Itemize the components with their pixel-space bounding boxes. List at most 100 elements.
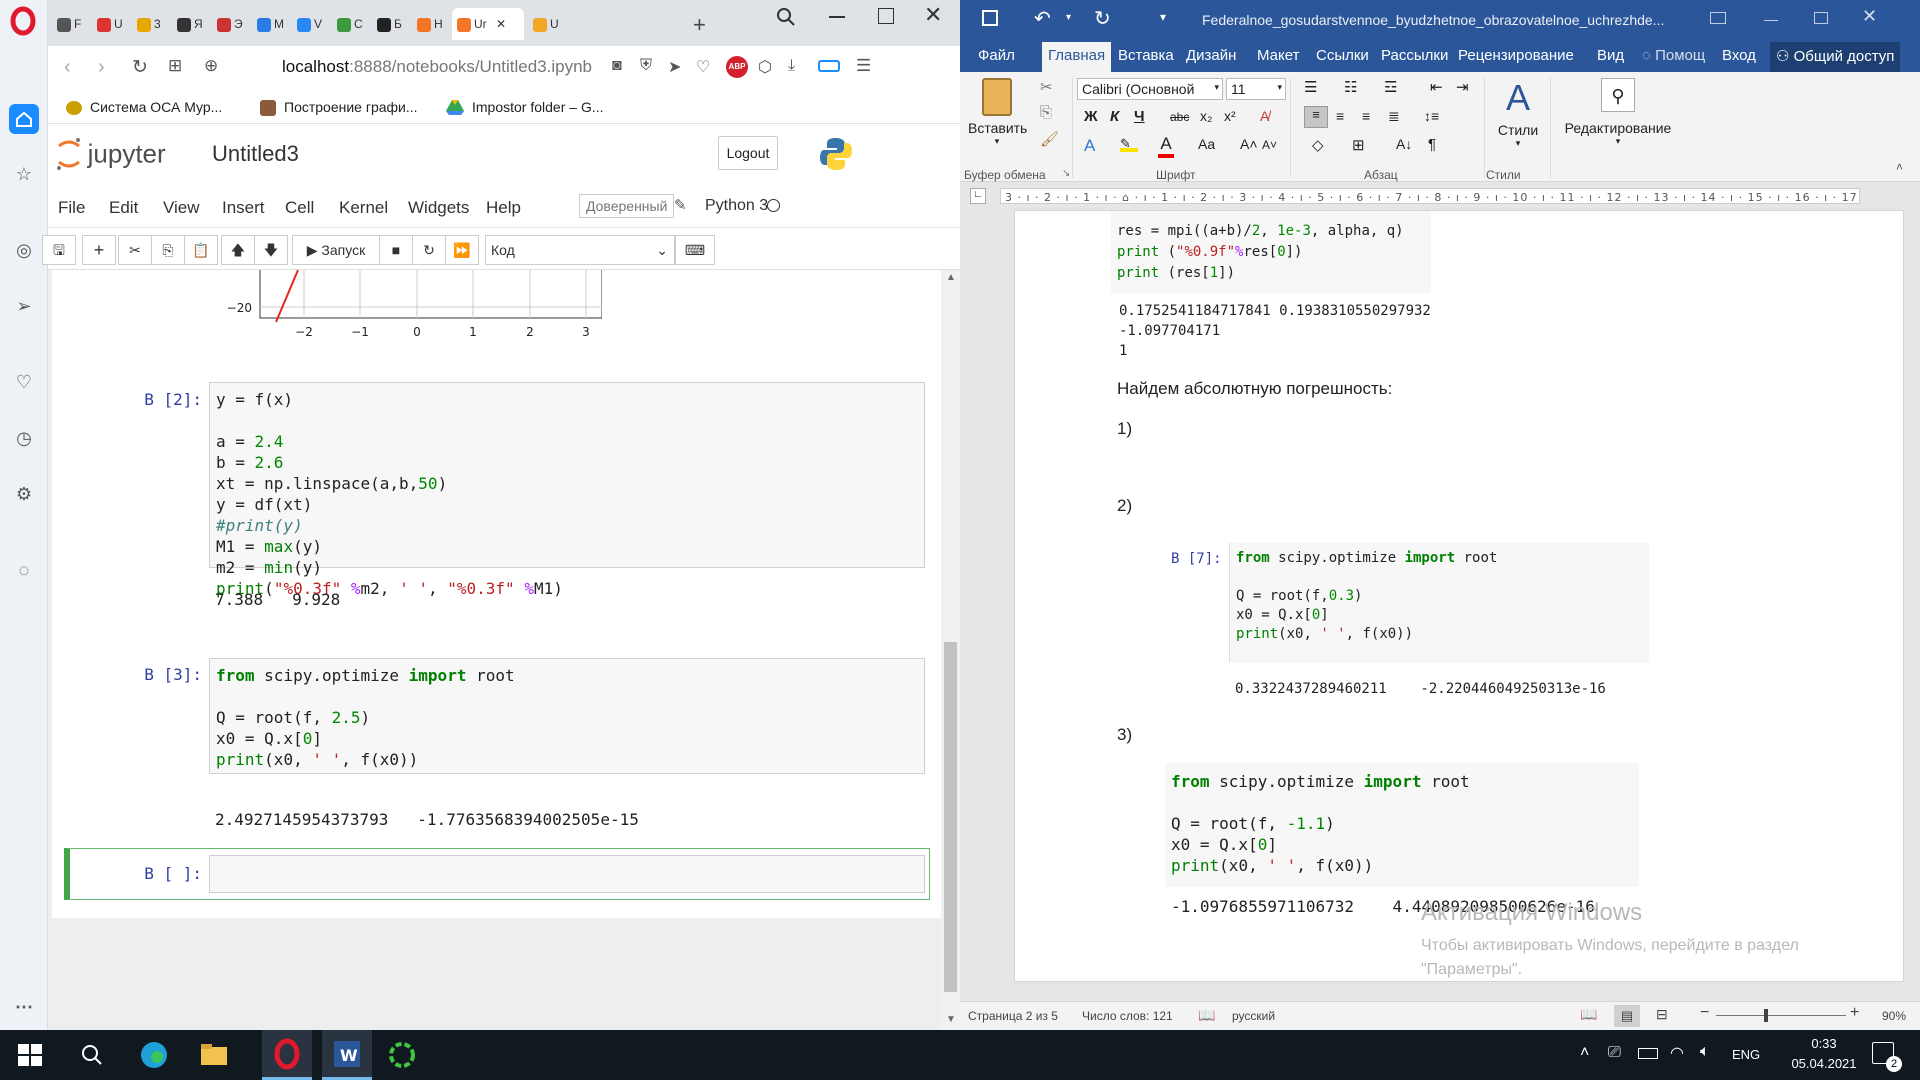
- home-icon[interactable]: [9, 104, 39, 134]
- paste-button[interactable]: Вставить ▾: [968, 78, 1027, 158]
- multilevel-list-icon[interactable]: ☲: [1384, 78, 1397, 96]
- decrease-indent-icon[interactable]: ⇤: [1430, 78, 1443, 96]
- trusted-indicator[interactable]: Доверенный: [579, 194, 675, 218]
- superscript-button[interactable]: x²: [1224, 108, 1236, 124]
- align-right-button[interactable]: ≡: [1362, 108, 1370, 124]
- zoom-in-icon[interactable]: +: [1850, 1004, 1859, 1022]
- code-cell-input[interactable]: from scipy.optimize import root Q = root…: [209, 658, 925, 774]
- close-window-icon[interactable]: ✕: [924, 2, 942, 28]
- tray-chevron-icon[interactable]: ˄: [1580, 1044, 1589, 1062]
- forward-icon[interactable]: ›: [98, 56, 105, 79]
- player-icon[interactable]: ◎: [12, 238, 36, 262]
- copy-icon[interactable]: ⎘: [151, 235, 185, 265]
- tab-references[interactable]: Ссылки: [1316, 47, 1369, 64]
- save-icon[interactable]: 🖫: [42, 235, 76, 265]
- url-field[interactable]: localhost:8888/notebooks/Untitled3.ipynb: [282, 57, 592, 77]
- clock-time[interactable]: 0:33: [1794, 1036, 1854, 1051]
- sort-icon[interactable]: A↓: [1396, 136, 1412, 152]
- text-effects-icon[interactable]: A: [1084, 136, 1095, 156]
- history-icon[interactable]: ◷: [12, 426, 36, 450]
- minimize-icon[interactable]: [1764, 20, 1778, 21]
- download-icon[interactable]: ⤓: [788, 57, 795, 75]
- strikethrough-button[interactable]: abc: [1170, 110, 1189, 124]
- menu-help[interactable]: Help: [486, 198, 521, 218]
- line-spacing-icon[interactable]: ↕≡: [1424, 108, 1439, 124]
- tray-app-icon[interactable]: ⎚: [1608, 1044, 1621, 1062]
- easy-setup-icon[interactable]: ☰: [856, 56, 871, 76]
- tab-review[interactable]: Рецензирование: [1458, 47, 1574, 64]
- loading-app-icon[interactable]: [386, 1039, 418, 1071]
- battery-saver-icon[interactable]: [818, 60, 840, 72]
- customize-qat-icon[interactable]: ▾: [1160, 10, 1166, 24]
- input-language[interactable]: ENG: [1732, 1047, 1760, 1062]
- volume-icon[interactable]: 🔈︎: [1700, 1043, 1710, 1061]
- adblock-icon[interactable]: ABP: [726, 56, 748, 78]
- browser-tab[interactable]: Б: [372, 8, 410, 40]
- site-info-icon[interactable]: ⊕: [204, 56, 218, 76]
- language[interactable]: русский: [1232, 1009, 1275, 1023]
- move-up-icon[interactable]: 🡅: [221, 235, 255, 265]
- cut-icon[interactable]: ✂: [1040, 78, 1053, 96]
- zoom-out-icon[interactable]: −: [1700, 1004, 1709, 1022]
- font-name-select[interactable]: Calibri (Основной ▾: [1077, 78, 1223, 100]
- copy-icon[interactable]: ⎘: [1040, 104, 1052, 121]
- document-page[interactable]: res = mpi((a+b)/2, 1e-3, alpha, q) print…: [1014, 210, 1904, 982]
- menu-widgets[interactable]: Widgets: [408, 198, 469, 218]
- empty-code-cell[interactable]: [209, 855, 925, 893]
- shading-icon[interactable]: ◇: [1312, 136, 1324, 154]
- page-count[interactable]: Страница 2 из 5: [968, 1009, 1058, 1023]
- send-icon[interactable]: ➢: [12, 294, 36, 318]
- tab-view[interactable]: Вид: [1597, 47, 1624, 64]
- search-icon[interactable]: [76, 1039, 108, 1071]
- close-tab-icon[interactable]: ✕: [493, 17, 506, 31]
- file-explorer-icon[interactable]: [198, 1039, 230, 1071]
- ruler-track[interactable]: 3 · ı · 2 · ı · 1 · ı · ⌂ · ı · 1 · ı · …: [1000, 188, 1860, 204]
- camera-icon[interactable]: ◙: [612, 57, 622, 75]
- underline-button[interactable]: Ч: [1134, 108, 1145, 125]
- close-icon[interactable]: ✕: [1862, 6, 1877, 27]
- editing-button[interactable]: ⚲ Редактирование ▾: [1556, 78, 1680, 147]
- restart-icon[interactable]: ↻: [412, 235, 446, 265]
- browser-tab[interactable]: M: [252, 8, 290, 40]
- shield-icon[interactable]: ⛨: [640, 57, 652, 75]
- star-icon[interactable]: ☆: [12, 162, 36, 186]
- opera-logo-icon[interactable]: [10, 6, 36, 36]
- wifi-icon[interactable]: ◠: [1670, 1043, 1684, 1063]
- clear-formatting-icon[interactable]: A̸: [1260, 108, 1269, 124]
- edit-pencil-icon[interactable]: ✎: [674, 196, 687, 214]
- tab-design[interactable]: Дизайн: [1186, 47, 1236, 64]
- reload-icon[interactable]: ↻: [132, 56, 148, 79]
- bookmark-2[interactable]: Построение графи...: [260, 99, 418, 117]
- run-all-icon[interactable]: ⏩: [445, 235, 479, 265]
- menu-edit[interactable]: Edit: [109, 198, 138, 218]
- read-mode-icon[interactable]: 📖: [1580, 1006, 1597, 1023]
- dialog-launcher-icon[interactable]: ↘: [1062, 168, 1070, 179]
- bookmark-heart-icon[interactable]: ♡: [696, 57, 710, 77]
- proofing-icon[interactable]: 📖: [1198, 1007, 1215, 1024]
- clock-date[interactable]: 05.04.2021: [1780, 1056, 1868, 1071]
- web-layout-icon[interactable]: ⊟: [1656, 1006, 1668, 1023]
- heart-icon[interactable]: ♡: [12, 370, 36, 394]
- browser-tab[interactable]: H: [412, 8, 450, 40]
- menu-cell[interactable]: Cell: [285, 198, 314, 218]
- bookmark-3[interactable]: Impostor folder – G...: [446, 99, 604, 118]
- font-color-icon[interactable]: A: [1158, 134, 1174, 158]
- increase-indent-icon[interactable]: ⇥: [1456, 78, 1469, 96]
- jupyter-logo[interactable]: jupyter: [54, 136, 166, 172]
- tab-insert[interactable]: Вставка: [1118, 47, 1174, 64]
- scroll-up-icon[interactable]: ▲: [946, 272, 956, 283]
- browser-tab[interactable]: U: [528, 8, 566, 40]
- scroll-down-icon[interactable]: ▼: [946, 1014, 956, 1025]
- maximize-icon[interactable]: [1814, 12, 1828, 24]
- numbering-icon[interactable]: ☷: [1344, 78, 1357, 96]
- align-left-button[interactable]: ≡: [1304, 106, 1328, 128]
- browser-tab[interactable]: Ur ✕: [452, 8, 524, 40]
- ribbon-display-icon[interactable]: [1710, 12, 1726, 24]
- menu-file[interactable]: File: [58, 198, 85, 218]
- settings-icon[interactable]: ⚙: [12, 482, 36, 506]
- browser-tab[interactable]: Я: [172, 8, 210, 40]
- borders-icon[interactable]: ⊞: [1352, 136, 1365, 154]
- tab-layout[interactable]: Макет: [1257, 47, 1299, 64]
- send-page-icon[interactable]: ➤: [668, 57, 681, 77]
- more-icon[interactable]: ⋯: [12, 995, 36, 1019]
